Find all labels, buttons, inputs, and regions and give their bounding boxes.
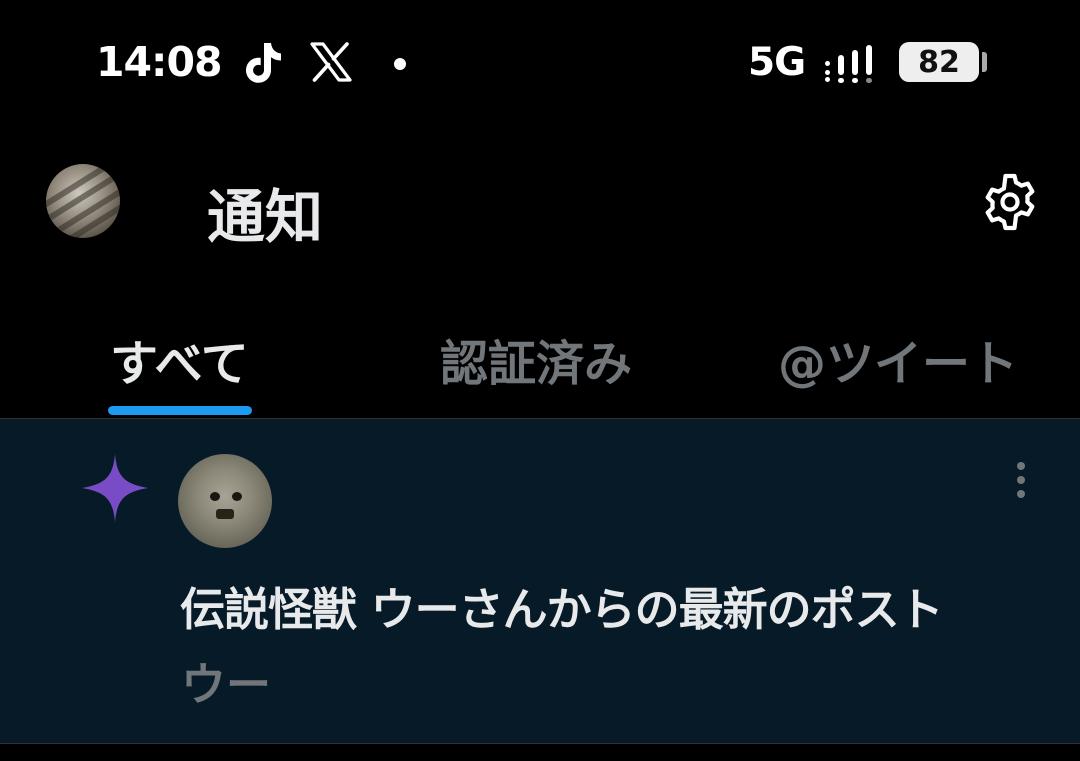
status-bar: 14:08 5G 82 <box>0 0 1080 120</box>
tab-verified[interactable]: 認証済み <box>440 324 632 394</box>
battery-tip <box>982 52 987 72</box>
notifications-screen: 14:08 5G 82 通知 すべて 認証済み @ツイート 伝説怪獣 ウーさんか… <box>0 0 1080 761</box>
notification-title: 伝説怪獣 ウーさんからの最新のポスト <box>180 583 944 636</box>
divider <box>0 743 1080 744</box>
more-options-icon[interactable] <box>1008 460 1034 500</box>
gear-icon[interactable] <box>978 170 1042 234</box>
notification-dot <box>394 58 406 70</box>
battery-indicator: 82 <box>899 42 979 82</box>
signal-icon <box>825 45 872 83</box>
active-tab-indicator <box>108 406 252 415</box>
user-avatar[interactable] <box>178 454 272 548</box>
notification-tabs: すべて 認証済み @ツイート <box>0 300 1080 418</box>
x-icon <box>310 42 352 82</box>
page-title: 通知 <box>207 183 324 251</box>
status-time: 14:08 <box>96 38 223 86</box>
battery-level: 82 <box>918 44 960 80</box>
profile-avatar[interactable] <box>46 164 120 238</box>
tiktok-icon <box>246 43 281 83</box>
notification-preview: ウー <box>181 658 272 711</box>
network-type: 5G <box>748 40 806 85</box>
tab-all[interactable]: すべて <box>110 324 249 394</box>
tab-mentions[interactable]: @ツイート <box>778 324 1018 394</box>
sparkle-icon <box>82 454 148 522</box>
